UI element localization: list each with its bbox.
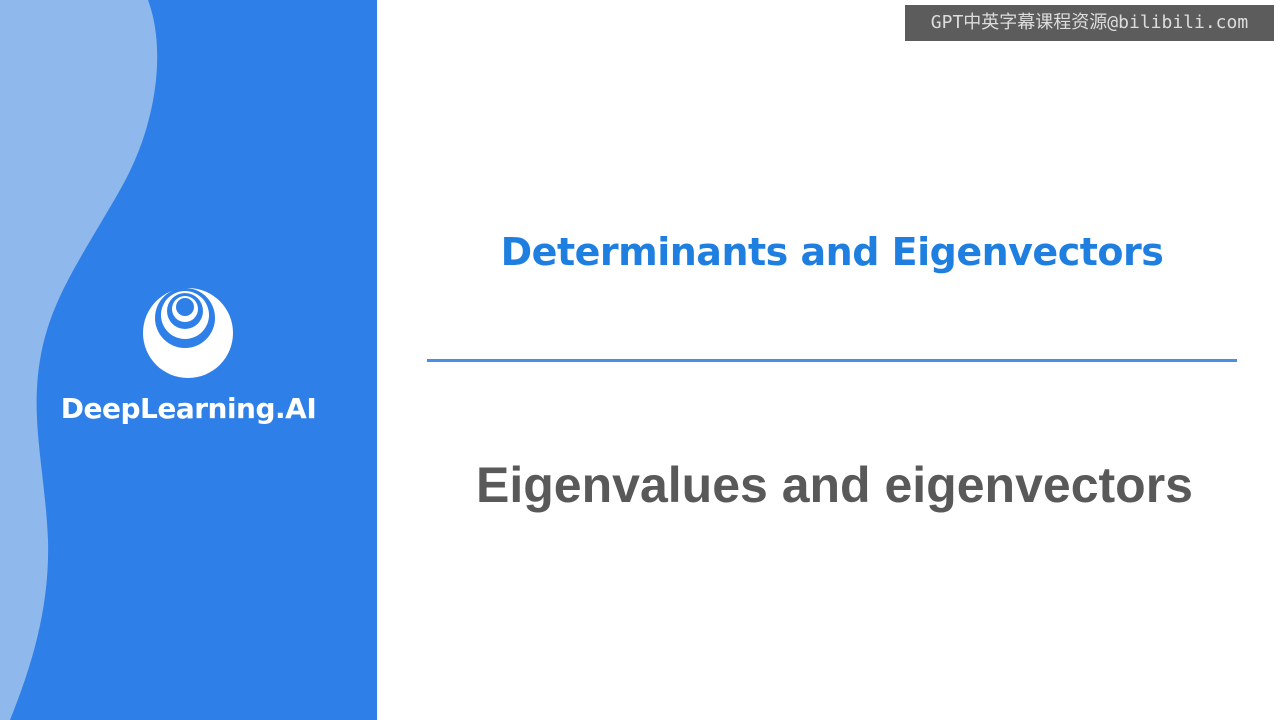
- brand-panel: DeepLearning.AI: [0, 0, 377, 720]
- brand-name: DeepLearning.AI: [60, 392, 317, 425]
- deeplearning-ai-logo-icon: [143, 288, 233, 378]
- course-title: Determinants and Eigenvectors: [500, 230, 1164, 274]
- watermark-label: GPT中英字幕课程资源@bilibili.com: [905, 5, 1274, 41]
- title-divider: [427, 359, 1237, 362]
- lesson-title: Eigenvalues and eigenvectors: [476, 457, 1193, 513]
